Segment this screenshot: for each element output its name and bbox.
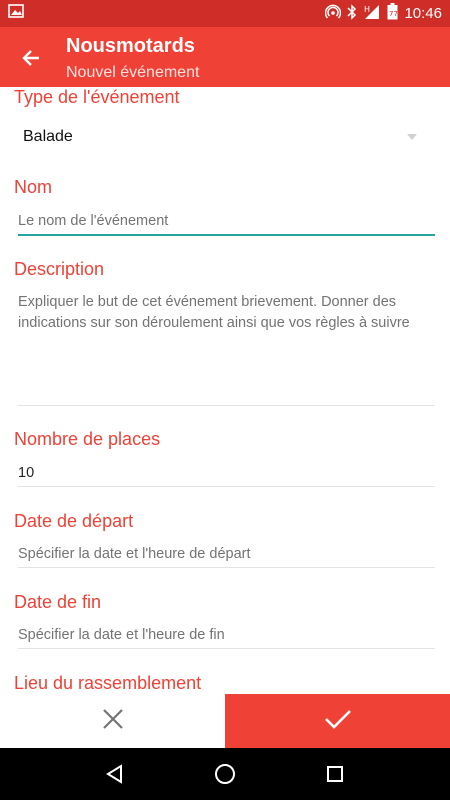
back-triangle-icon[interactable] bbox=[95, 754, 135, 794]
event-form: Type de l'événement Balade Nom Le nom de… bbox=[0, 87, 450, 694]
app-subtitle: Nouvel événement bbox=[66, 64, 200, 81]
meeting-place-label: Lieu du rassemblement bbox=[14, 673, 202, 693]
close-icon bbox=[102, 708, 124, 735]
event-type-spinner[interactable]: Balade bbox=[23, 128, 73, 146]
places-label: Nombre de places bbox=[14, 429, 161, 449]
app-bar: Nousmotards Nouvel événement bbox=[0, 27, 450, 87]
system-nav-bar bbox=[0, 748, 450, 800]
places-input[interactable]: 10 bbox=[18, 465, 435, 487]
check-icon bbox=[324, 708, 352, 735]
bottom-action-bar bbox=[0, 694, 450, 748]
status-bar: H 77 10:46 bbox=[0, 0, 450, 27]
name-label: Nom bbox=[14, 177, 53, 197]
cancel-button[interactable] bbox=[0, 694, 225, 748]
confirm-button[interactable] bbox=[225, 694, 450, 748]
end-date-label: Date de fin bbox=[14, 592, 102, 612]
svg-text:77: 77 bbox=[389, 10, 398, 18]
battery-icon: 77 bbox=[387, 3, 398, 24]
description-input[interactable]: Expliquer le but de cet événement brieve… bbox=[18, 292, 435, 406]
signal-h-icon: H bbox=[363, 4, 381, 24]
svg-text:H: H bbox=[364, 5, 370, 14]
name-input[interactable]: Le nom de l'événement bbox=[18, 213, 435, 236]
end-date-input[interactable]: Spécifier la date et l'heure de fin bbox=[18, 627, 435, 649]
home-circle-icon[interactable] bbox=[205, 754, 245, 794]
image-notification-icon bbox=[8, 4, 24, 23]
dropdown-arrow-icon[interactable] bbox=[407, 134, 417, 140]
description-label: Description bbox=[14, 259, 105, 279]
bluetooth-icon bbox=[347, 3, 357, 24]
back-arrow-icon[interactable] bbox=[16, 43, 46, 73]
recents-square-icon[interactable] bbox=[315, 754, 355, 794]
app-title: Nousmotards bbox=[66, 35, 195, 57]
hotspot-icon bbox=[325, 4, 342, 24]
status-time: 10:46 bbox=[404, 5, 442, 22]
start-date-input[interactable]: Spécifier la date et l'heure de départ bbox=[18, 546, 435, 568]
start-date-label: Date de départ bbox=[14, 511, 134, 531]
event-type-label: Type de l'événement bbox=[14, 87, 180, 107]
